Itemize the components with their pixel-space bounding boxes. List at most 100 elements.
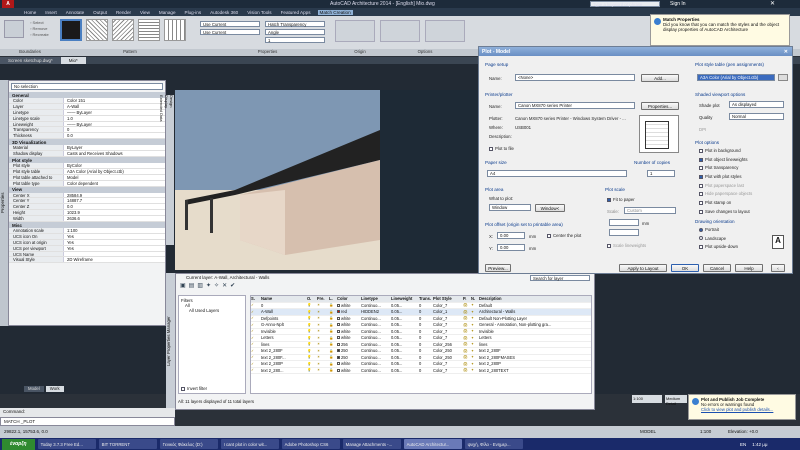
layer-states-icon[interactable]: ▥: [197, 282, 203, 291]
color-swatch[interactable]: [337, 342, 340, 346]
pattern-swatch[interactable]: [138, 19, 160, 41]
invert-filter-checkbox[interactable]: Invert filter: [181, 386, 207, 391]
column-header[interactable]: Trans.: [419, 296, 433, 301]
color-swatch[interactable]: [337, 368, 340, 372]
property-value[interactable]: 0.0: [64, 133, 165, 138]
property-value[interactable]: Yes: [64, 239, 165, 245]
property-value[interactable]: 2D Wireframe: [64, 257, 165, 262]
color-swatch[interactable]: [337, 355, 340, 359]
column-header[interactable]: O.: [307, 296, 317, 301]
property-value[interactable]: A-Wall: [64, 103, 165, 109]
status-icon[interactable]: ✓: [251, 316, 261, 320]
help-button[interactable]: Help: [735, 264, 763, 272]
selection-dropdown[interactable]: No selection: [11, 83, 163, 90]
layer-dropdown[interactable]: Use Current: [200, 29, 260, 35]
pattern-swatch[interactable]: [112, 19, 134, 41]
layer-cell[interactable]: Letters: [261, 335, 307, 340]
taskbar-item[interactable]: ψυχή, Φίλο - Ενημερ...: [464, 439, 523, 449]
property-value[interactable]: 0.0: [64, 204, 165, 209]
upside-down-checkbox[interactable]: Plot upside-down: [699, 244, 738, 253]
ribbon-tab[interactable]: Home: [22, 10, 38, 15]
close-icon[interactable]: ✕: [784, 49, 788, 55]
page-setup-dropdown[interactable]: <None>: [515, 74, 635, 81]
column-header[interactable]: Fre.: [317, 296, 329, 301]
column-header[interactable]: Lineweight: [391, 296, 419, 301]
property-value[interactable]: 0: [64, 127, 165, 132]
property-value[interactable]: Yes: [64, 233, 165, 239]
ok-button[interactable]: OK: [671, 264, 699, 272]
new-group-filter-icon[interactable]: ▤: [189, 282, 195, 291]
column-header[interactable]: Description: [479, 296, 579, 301]
layer-cell[interactable]: 0: [261, 303, 307, 308]
new-layer-icon[interactable]: ✦: [206, 282, 211, 291]
search-input[interactable]: Type a keyword or phrase: [590, 1, 660, 7]
property-value[interactable]: —— ByLayer: [64, 121, 165, 127]
associative-button[interactable]: [380, 20, 420, 42]
app-logo-icon[interactable]: A: [2, 0, 14, 8]
status-icon[interactable]: ✓: [251, 349, 261, 353]
plot-option-checkbox[interactable]: Plot with plot styles: [699, 174, 752, 183]
pattern-swatch[interactable]: [164, 19, 186, 41]
offset-y-input[interactable]: 0.00: [497, 244, 525, 251]
color-swatch[interactable]: [337, 310, 340, 314]
scale-field[interactable]: 1: [265, 37, 325, 43]
preview-button[interactable]: Preview...: [485, 264, 511, 272]
language-indicator[interactable]: EN: [740, 442, 746, 447]
status-icon[interactable]: ✓: [251, 342, 261, 346]
offset-x-input[interactable]: 0.00: [497, 232, 525, 239]
side-tab-extended[interactable]: Extended Data: [159, 95, 164, 245]
taskbar-item[interactable]: BIT TORRENT: [98, 439, 157, 449]
layer-dropdown[interactable]: Use Current: [200, 21, 260, 27]
color-swatch[interactable]: [337, 336, 340, 340]
status-icon[interactable]: ✓: [251, 362, 261, 366]
column-header[interactable]: Linetype: [361, 296, 391, 301]
edit-style-icon[interactable]: [778, 74, 788, 81]
pattern-swatch[interactable]: [86, 19, 108, 41]
status-icon[interactable]: ✓: [251, 368, 261, 372]
scale-denominator-input[interactable]: [609, 229, 639, 236]
layer-cell[interactable]: text 2_280F...: [261, 355, 307, 360]
taskbar-item[interactable]: AutoCAD Architectur...: [403, 439, 462, 449]
property-value[interactable]: A3A Color (Arial by Object.ctb): [64, 168, 165, 174]
plot-option-checkbox[interactable]: Plot paperspace last: [699, 183, 752, 192]
status-icon[interactable]: ✓: [251, 336, 261, 340]
annotation-scale-mini[interactable]: 1:100: [632, 395, 662, 403]
property-value[interactable]: Model: [64, 174, 165, 180]
elevation-readout[interactable]: Elevation: +0.0: [728, 429, 758, 434]
new-property-filter-icon[interactable]: ▣: [180, 282, 186, 291]
shade-plot-dropdown[interactable]: As displayed: [729, 101, 784, 108]
color-swatch[interactable]: [337, 316, 340, 320]
annotative-button[interactable]: [425, 20, 465, 42]
layer-cell[interactable]: text 2_280...: [261, 368, 307, 373]
model-space-toggle[interactable]: MODEL: [640, 429, 656, 434]
layer-cell[interactable]: G-Anno-Nplt: [261, 322, 307, 327]
ribbon-tab[interactable]: Match Creation: [317, 9, 353, 15]
plot-option-checkbox[interactable]: Plot transparency: [699, 165, 752, 174]
property-value[interactable]: 14887.7: [64, 198, 165, 203]
annotation-scale[interactable]: 1:100: [700, 429, 711, 434]
cancel-button[interactable]: Cancel: [703, 264, 731, 272]
property-value[interactable]: ByColor: [64, 163, 165, 168]
ribbon-tab[interactable]: Insert: [43, 10, 59, 15]
ribbon-tab[interactable]: Autodesk 360: [208, 10, 240, 15]
taskbar-item[interactable]: Manage Attachments -...: [342, 439, 401, 449]
detail-level[interactable]: Medium Detail: [665, 395, 687, 406]
plot-option-checkbox[interactable]: Plot in background: [699, 148, 752, 157]
property-value[interactable]: 1.0: [64, 115, 165, 121]
side-tab-display[interactable]: Display: [164, 95, 169, 245]
plot-option-checkbox[interactable]: Hide paperspace objects: [699, 191, 752, 200]
start-button[interactable]: έναρξη: [2, 438, 35, 450]
ribbon-tab[interactable]: Plug-ins: [183, 10, 204, 15]
fit-to-paper-checkbox[interactable]: Fit to paper: [607, 197, 635, 202]
color-swatch[interactable]: [337, 349, 340, 353]
layer-cell[interactable]: text 2_280F: [261, 348, 307, 353]
status-icon[interactable]: ✓: [251, 323, 261, 327]
layer-cell[interactable]: Defpoints: [261, 316, 307, 321]
set-current-icon[interactable]: ✔: [230, 282, 235, 291]
printer-dropdown[interactable]: Canon MX870 series Printer: [515, 102, 635, 109]
plot-option-checkbox[interactable]: Plot stamp on: [699, 200, 752, 209]
layer-cell[interactable]: A-Wall: [261, 309, 307, 314]
window-button[interactable]: Window<: [535, 204, 565, 212]
copies-input[interactable]: 1: [647, 170, 675, 177]
plot-details-link[interactable]: Click to view plot and publish details..…: [701, 407, 793, 412]
